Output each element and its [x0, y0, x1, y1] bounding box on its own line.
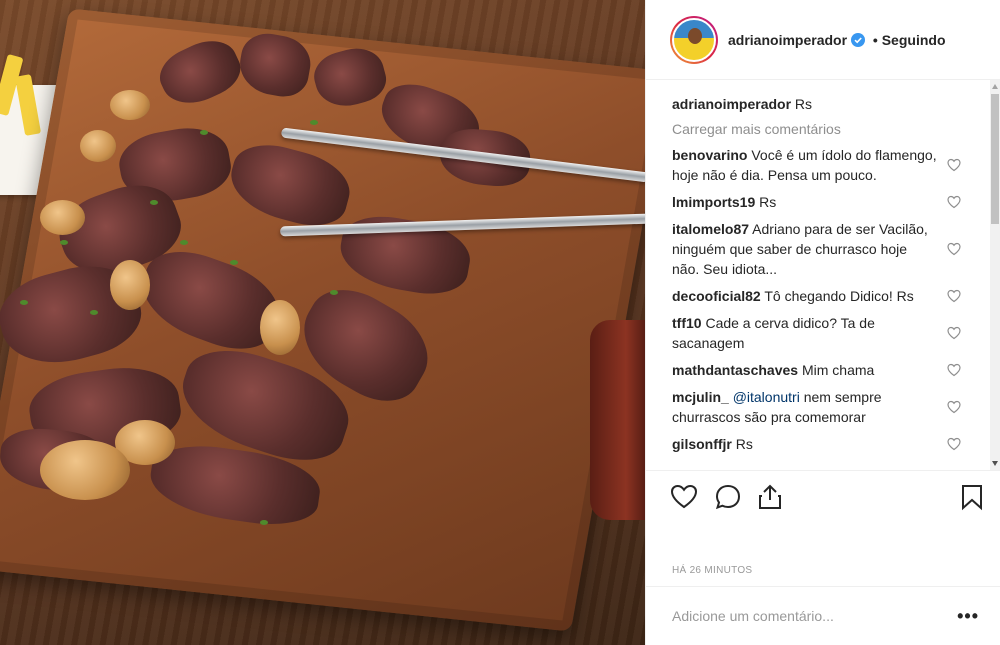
caption: adrianoimperador Rs [672, 94, 977, 114]
share-icon[interactable] [756, 483, 784, 511]
action-bar [646, 470, 1000, 520]
scroll-thumb[interactable] [991, 94, 999, 224]
comment-row: tff10 Cade a cerva didico? Ta de sacanag… [672, 313, 977, 353]
fat-piece [40, 200, 85, 235]
comment-text: Tô chegando Didico! Rs [764, 288, 914, 304]
avatar[interactable] [670, 15, 718, 64]
post-photo[interactable] [0, 0, 645, 645]
parsley [150, 200, 158, 205]
post-timestamp[interactable]: HÁ 26 MINUTOS [672, 565, 752, 576]
comment-row: italomelo87 Adriano para de ser Vacilão,… [672, 219, 977, 279]
comment-username[interactable]: italomelo87 [672, 221, 749, 237]
sauce-bottle [590, 320, 645, 520]
comment-input[interactable] [672, 608, 942, 624]
comment-row: mathdantaschaves Mim chama [672, 360, 977, 380]
comment-row: gilsonffjr Rs [672, 434, 977, 454]
scrollbar[interactable] [990, 80, 1000, 470]
parsley [310, 120, 318, 125]
fat-piece [40, 440, 130, 500]
comment-username[interactable]: tff10 [672, 315, 702, 331]
comment-text: Cade a cerva didico? Ta de sacanagem [672, 315, 875, 351]
comment-mention[interactable]: @italonutri [733, 389, 800, 405]
follow-status[interactable]: • Seguindo [869, 31, 946, 48]
comment-username[interactable]: benovarino [672, 147, 747, 163]
author-username[interactable]: adrianoimperador [728, 32, 847, 48]
comment-like-heart-icon[interactable] [947, 158, 961, 172]
avatar-image [672, 17, 716, 62]
parsley [330, 290, 338, 295]
caption-text: Rs [794, 96, 813, 112]
comment-like-heart-icon[interactable] [947, 363, 961, 377]
load-more-comments[interactable]: Carregar mais comentários [672, 121, 977, 137]
verified-badge-icon [851, 32, 866, 47]
comment-text: Mim chama [801, 362, 875, 378]
post-header: adrianoimperador • Seguindo [646, 0, 1000, 80]
fat-piece [80, 130, 116, 162]
comment-username[interactable]: lmimports19 [672, 194, 755, 210]
comment-username[interactable]: mcjulin_ [672, 389, 729, 405]
parsley [60, 240, 68, 245]
comment-row: lmimports19 Rs [672, 192, 977, 212]
parsley [230, 260, 238, 265]
more-options-icon[interactable]: ••• [957, 607, 979, 625]
follow-status-label: Seguindo [881, 31, 946, 48]
comment-text: Rs [759, 194, 777, 210]
comment-username[interactable]: decooficial82 [672, 288, 761, 304]
comments-list[interactable]: adrianoimperador Rs Carregar mais coment… [646, 80, 1000, 468]
comment-text: Rs [735, 436, 753, 452]
parsley [200, 130, 208, 135]
scroll-down-arrow[interactable] [992, 461, 998, 466]
heart-icon[interactable] [670, 483, 698, 511]
comment-row: decooficial82 Tô chegando Didico! Rs [672, 286, 977, 306]
comment-like-heart-icon[interactable] [947, 195, 961, 209]
comment-row: benovarino Você é um ídolo do flamengo, … [672, 145, 977, 185]
comment-like-heart-icon[interactable] [947, 400, 961, 414]
comment-bubble-icon[interactable] [714, 483, 742, 511]
parsley [260, 520, 268, 525]
fat-piece [110, 260, 150, 310]
scroll-up-arrow[interactable] [992, 84, 998, 89]
parsley [20, 300, 28, 305]
comment-like-heart-icon[interactable] [947, 437, 961, 451]
post-sidebar: adrianoimperador • Seguindo adrianoimper… [645, 0, 1000, 645]
comment-like-heart-icon[interactable] [947, 289, 961, 303]
bookmark-icon[interactable] [958, 483, 986, 511]
comment-like-heart-icon[interactable] [947, 326, 961, 340]
comment-row: mcjulin_ @italonutri nem sempre churrasc… [672, 387, 977, 427]
comment-like-heart-icon[interactable] [947, 242, 961, 256]
parsley [90, 310, 98, 315]
add-comment-bar: ••• [646, 586, 1000, 645]
fat-piece [260, 300, 300, 355]
comment-username[interactable]: gilsonffjr [672, 436, 732, 452]
caption-username[interactable]: adrianoimperador [672, 96, 791, 112]
fat-piece [110, 90, 150, 120]
comment-username[interactable]: mathdantaschaves [672, 362, 798, 378]
parsley [180, 240, 188, 245]
